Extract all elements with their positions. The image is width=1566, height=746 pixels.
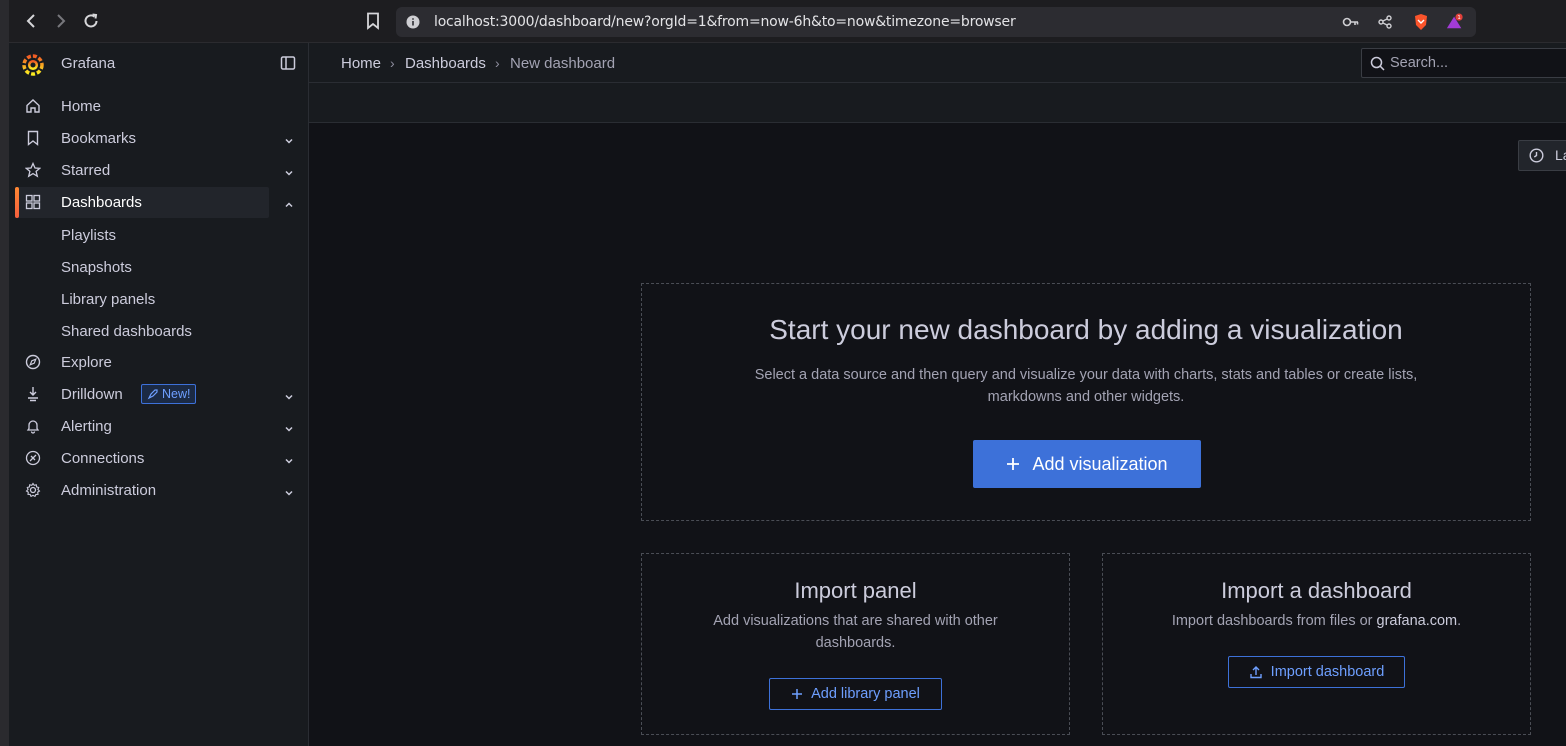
empty-state-title: Start your new dashboard by adding a vis…	[769, 314, 1403, 345]
grafana-logo-icon[interactable]	[21, 52, 45, 76]
site-info-icon[interactable]	[404, 13, 422, 31]
dashboard-toolbar	[309, 83, 1566, 123]
star-icon	[24, 161, 42, 178]
import-dashboard-label: Import dashboard	[1270, 664, 1385, 680]
sidebar-item-label: Bookmarks	[61, 130, 137, 147]
bell-icon	[25, 418, 41, 434]
sidebar-item-label: Starred	[61, 162, 111, 179]
sidebar-subitem-snapshots[interactable]: Snapshots	[61, 259, 132, 276]
new-badge: New!	[141, 384, 197, 404]
sidebar-item-alerting[interactable]: Alerting	[15, 411, 269, 442]
search-input[interactable]	[1390, 54, 1560, 72]
plus-icon	[1007, 458, 1020, 470]
import-panel-text-2: dashboards.	[815, 635, 896, 651]
window-edge	[0, 0, 9, 746]
import-panel-text-1: Add visualizations that are shared with …	[713, 613, 998, 629]
brave-shield-icon[interactable]	[1412, 13, 1430, 31]
grafana-com-link[interactable]: grafana.com	[1377, 613, 1458, 629]
sidebar-item-bookmarks[interactable]: Bookmarks	[15, 123, 269, 154]
sidebar-item-explore[interactable]: Explore	[15, 347, 269, 378]
sidebar-item-dashboards[interactable]: Dashboards	[15, 187, 269, 218]
brand-name: Grafana	[61, 55, 116, 72]
clock-icon	[1529, 148, 1544, 163]
breadcrumb-current: New dashboard	[510, 55, 616, 72]
brand: Grafana	[9, 43, 309, 83]
sidebar-item-administration[interactable]: Administration	[15, 475, 269, 506]
browser-toolbar: localhost:3000/dashboard/new?orgId=1&fro…	[0, 0, 1566, 43]
compass-icon	[25, 354, 41, 370]
import-dashboard-button[interactable]: Import dashboard	[1228, 656, 1405, 688]
sidebar-subitem-library-panels[interactable]: Library panels	[61, 291, 155, 308]
chevron-down-icon[interactable]	[283, 134, 295, 146]
share-icon[interactable]	[1376, 13, 1394, 31]
import-panel-card: Import panel Add visualizations that are…	[641, 553, 1070, 735]
chevron-up-icon[interactable]	[283, 198, 295, 210]
import-dashboard-text-prefix: Import dashboards from files or	[1171, 613, 1377, 629]
rocket-icon	[147, 389, 158, 400]
drilldown-icon	[25, 386, 41, 402]
import-dashboard-text-suffix: .	[1457, 613, 1462, 629]
plus-icon	[792, 689, 803, 699]
sidebar-item-label: Alerting	[61, 418, 112, 435]
import-panel-title: Import panel	[794, 578, 917, 603]
home-icon	[25, 98, 41, 114]
import-dashboard-text: Import dashboards from files or grafana.…	[1103, 610, 1530, 632]
empty-state-text-1: Select a data source and then query and …	[754, 367, 1418, 383]
sidebar-item-label: Explore	[61, 354, 112, 371]
badge-text: New!	[162, 387, 191, 401]
sidebar-item-label: Home	[61, 98, 102, 115]
add-library-panel-button[interactable]: Add library panel	[769, 678, 942, 710]
add-visualization-label: Add visualization	[1032, 453, 1168, 474]
forward-icon[interactable]	[51, 11, 71, 31]
chevron-down-icon[interactable]	[283, 390, 295, 402]
add-library-panel-label: Add library panel	[811, 686, 920, 702]
url-text[interactable]: localhost:3000/dashboard/new?orgId=1&fro…	[434, 14, 1016, 30]
upload-icon	[1249, 666, 1262, 679]
sidebar-item-starred[interactable]: Starred	[15, 155, 269, 186]
import-dashboard-card: Import a dashboard Import dashboards fro…	[1102, 553, 1531, 735]
bookmark-page-icon[interactable]	[363, 11, 383, 31]
sidebar: Grafana Home Bookmarks Starred Dashboard…	[9, 43, 309, 746]
search-field[interactable]	[1361, 48, 1566, 78]
chevron-down-icon[interactable]	[283, 454, 295, 466]
sidebar-item-connections[interactable]: Connections	[15, 443, 269, 474]
top-bar: Home › Dashboards › New dashboard	[309, 43, 1566, 83]
reload-icon[interactable]	[81, 11, 101, 31]
breadcrumb-home[interactable]: Home	[341, 55, 381, 72]
sidebar-item-label: Drilldown	[61, 386, 123, 403]
sidebar-item-label: Dashboards	[61, 194, 142, 211]
sidebar-subitem-playlists[interactable]: Playlists	[61, 227, 116, 244]
apps-icon	[25, 194, 41, 210]
chevron-down-icon[interactable]	[283, 486, 295, 498]
key-icon[interactable]	[1342, 13, 1360, 31]
breadcrumb-separator: ›	[495, 55, 500, 71]
time-picker-label: La	[1555, 147, 1566, 163]
brave-rewards-icon[interactable]: 1	[1446, 13, 1464, 31]
breadcrumb-separator: ›	[390, 55, 395, 71]
sidebar-item-label: Connections	[61, 450, 145, 467]
back-icon[interactable]	[21, 11, 41, 31]
sidebar-item-home[interactable]: Home	[15, 91, 269, 122]
bookmark-icon	[25, 130, 41, 146]
empty-state-text-2: markdowns and other widgets.	[987, 389, 1185, 405]
sidebar-item-label: Administration	[61, 482, 157, 499]
search-icon	[1370, 56, 1385, 71]
sidebar-subitem-shared-dashboards[interactable]: Shared dashboards	[61, 323, 192, 340]
add-visualization-button[interactable]: Add visualization	[973, 440, 1201, 488]
import-dashboard-title: Import a dashboard	[1221, 578, 1412, 603]
empty-dashboard-card: Start your new dashboard by adding a vis…	[641, 283, 1531, 521]
time-picker-button[interactable]: La	[1518, 140, 1566, 171]
notification-count: 1	[1457, 15, 1460, 21]
chevron-down-icon[interactable]	[283, 422, 295, 434]
cog-icon	[25, 482, 41, 498]
breadcrumb-dashboards[interactable]: Dashboards	[405, 55, 486, 72]
dock-menu-icon[interactable]	[280, 55, 296, 71]
address-bar[interactable]: localhost:3000/dashboard/new?orgId=1&fro…	[396, 7, 1476, 37]
chevron-down-icon[interactable]	[283, 166, 295, 178]
plug-icon	[25, 450, 41, 466]
